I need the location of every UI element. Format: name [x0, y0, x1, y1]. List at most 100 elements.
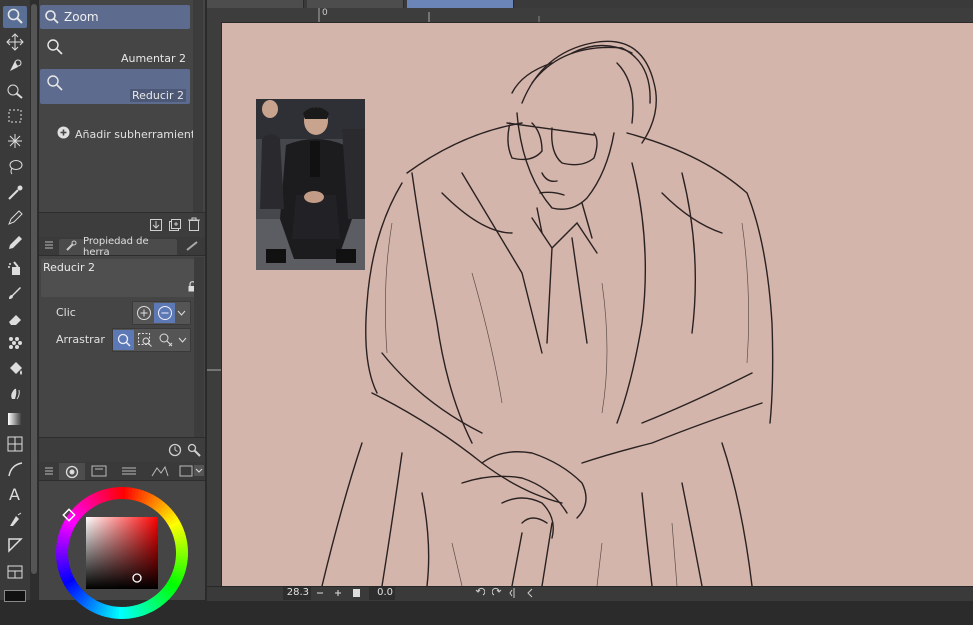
- tool-pencil[interactable]: [3, 233, 27, 255]
- svg-text:A: A: [9, 485, 20, 503]
- chevron-down-icon[interactable]: [194, 465, 204, 476]
- tool-selection[interactable]: [3, 106, 27, 128]
- ruler-left: [207, 22, 222, 586]
- brush-icon: [6, 284, 24, 305]
- tool-curve[interactable]: [3, 459, 27, 481]
- fit-icon[interactable]: [353, 589, 360, 597]
- tool-figure[interactable]: [3, 434, 27, 456]
- drag-scale-button[interactable]: [155, 330, 176, 350]
- tool-balloon[interactable]: [3, 510, 27, 532]
- tool-blend[interactable]: [3, 384, 27, 406]
- tool-zoom[interactable]: [3, 6, 27, 28]
- rotation-value[interactable]: 0.0: [369, 587, 395, 600]
- tool-eraser[interactable]: [3, 309, 27, 331]
- tool-eyedropper[interactable]: [3, 183, 27, 205]
- tab-color-slider[interactable]: [91, 465, 107, 480]
- tab-tool-property[interactable]: Propiedad de herra: [59, 236, 177, 258]
- document-tab-active[interactable]: [407, 0, 514, 8]
- subtool-panel: Zoom Aumentar 2 Reducir 2 Añadir subherr…: [39, 0, 205, 238]
- settings-wrench-icon[interactable]: [187, 443, 201, 460]
- palette-scrollbar[interactable]: [30, 0, 38, 600]
- chevron-down-icon[interactable]: [176, 330, 189, 350]
- panel-menu-icon[interactable]: [44, 466, 54, 479]
- copy-subtool-icon[interactable]: [149, 218, 163, 235]
- zoom-out-icon: [46, 74, 64, 95]
- tool-palette: A: [0, 0, 31, 602]
- duplicate-subtool-icon[interactable]: [168, 218, 182, 235]
- subtool-group-zoom[interactable]: Zoom: [40, 5, 190, 29]
- tool-frame[interactable]: [3, 562, 27, 584]
- eraser-icon: [6, 310, 24, 331]
- tab-approx-color[interactable]: [179, 465, 193, 480]
- color-panel: [39, 462, 205, 619]
- zoom-out-button[interactable]: [154, 303, 175, 323]
- airbrush-icon: [6, 259, 24, 280]
- color-wheel[interactable]: [53, 484, 191, 622]
- subtool-item-aumentar[interactable]: Aumentar 2: [40, 34, 190, 67]
- tool-brush[interactable]: [3, 283, 27, 305]
- add-subtool-label: Añadir subherramienta: [75, 127, 202, 141]
- plus-circle-icon: [57, 126, 70, 142]
- tool-move-layer[interactable]: [3, 81, 27, 103]
- tool-gradient[interactable]: [3, 409, 27, 431]
- chevron-down-icon[interactable]: [175, 303, 188, 323]
- subtool-item-label: Aumentar 2: [120, 52, 186, 65]
- eyedropper-icon: [6, 184, 24, 205]
- subtool-item-reducir[interactable]: Reducir 2: [40, 69, 190, 104]
- zoom-in-button[interactable]: [133, 303, 154, 323]
- reset-icon[interactable]: [168, 443, 182, 460]
- balloon-icon: [6, 511, 24, 532]
- tool-decoration[interactable]: [3, 333, 27, 355]
- tool-lasso[interactable]: [3, 157, 27, 179]
- toolprop-footer: [39, 437, 205, 463]
- tool-fill[interactable]: [3, 358, 27, 380]
- canvas-paper[interactable]: [222, 23, 973, 586]
- tab-color-set[interactable]: [121, 465, 137, 480]
- tool-text[interactable]: A: [3, 484, 27, 506]
- tab-label: Propiedad de herra: [83, 236, 149, 258]
- trash-icon[interactable]: [187, 217, 201, 235]
- pen-icon: [6, 209, 24, 230]
- ruler-icon: [6, 536, 24, 557]
- sketch-drawing: [321, 40, 774, 586]
- canvas-area: 0 28.3 0.0: [207, 0, 973, 601]
- document-tab[interactable]: [307, 0, 404, 8]
- lasso-icon: [6, 158, 24, 179]
- status-bar: 28.3 0.0: [207, 586, 973, 601]
- blend-icon: [6, 385, 24, 406]
- tool-pen[interactable]: [3, 208, 27, 230]
- fill-icon: [6, 359, 24, 380]
- tool-operation[interactable]: [3, 56, 27, 78]
- move-icon: [6, 32, 24, 54]
- brush-size-tab-icon[interactable]: [185, 240, 199, 255]
- zoom-icon: [44, 9, 60, 28]
- move-layer-icon: [6, 82, 24, 103]
- decoration-icon: [6, 334, 24, 355]
- document-tabs: [207, 0, 973, 8]
- tool-ruler[interactable]: [3, 535, 27, 557]
- area-zoom-button[interactable]: [134, 330, 155, 350]
- operation-icon: [6, 57, 24, 78]
- zoom-in-icon: [46, 38, 64, 59]
- pencil-icon: [6, 234, 24, 255]
- ruler-zero-label: 0: [322, 8, 328, 18]
- toolprop-scrollbar[interactable]: [194, 257, 204, 437]
- zoom-value[interactable]: 28.3: [283, 587, 311, 600]
- tool-auto-select[interactable]: [3, 131, 27, 153]
- subtool-scrollbar[interactable]: [193, 0, 203, 212]
- tab-color-wheel[interactable]: [59, 463, 85, 480]
- tool-airbrush[interactable]: [3, 258, 27, 280]
- tool-property-tabs: Propiedad de herra: [39, 236, 205, 258]
- panel-menu-icon[interactable]: [44, 240, 54, 253]
- tool-move[interactable]: [3, 32, 27, 54]
- document-tab[interactable]: [207, 0, 304, 8]
- scrollbar-thumb[interactable]: [31, 4, 37, 574]
- add-subtool-button[interactable]: Añadir subherramienta: [57, 126, 202, 142]
- main-color-swatch[interactable]: [4, 590, 26, 602]
- subtool-item-label: Reducir 2: [130, 89, 186, 102]
- color-tabs: [39, 462, 205, 481]
- drag-mode-group: [112, 328, 191, 352]
- drag-label: Arrastrar: [56, 333, 105, 346]
- drag-zoom-button[interactable]: [113, 330, 134, 350]
- tab-intermediate-color[interactable]: [151, 465, 169, 480]
